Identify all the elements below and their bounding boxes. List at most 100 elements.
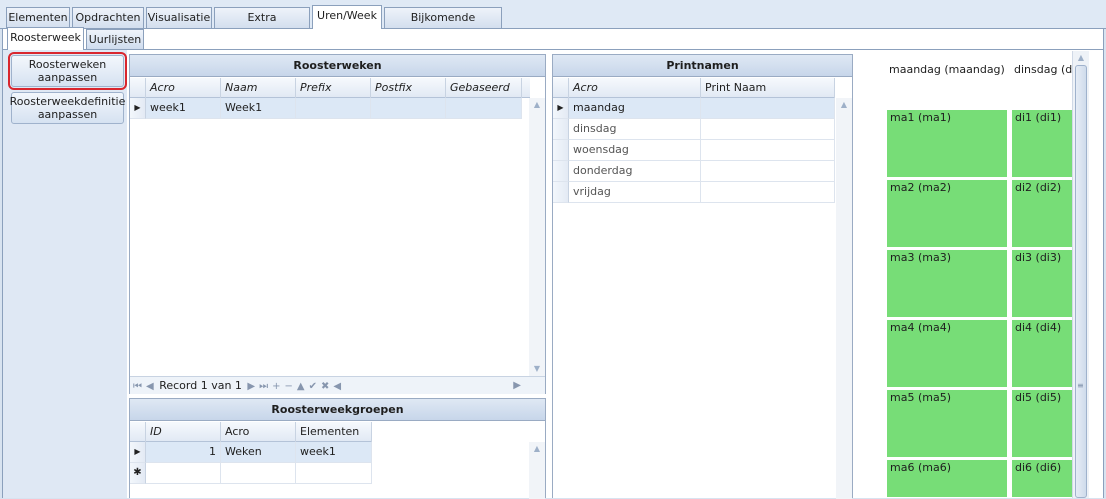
- add-record-icon[interactable]: +: [272, 378, 280, 395]
- col-acro[interactable]: Acro: [569, 78, 701, 98]
- move-up-icon[interactable]: ▲: [297, 378, 305, 395]
- col-naam[interactable]: Naam: [221, 78, 296, 98]
- cell-print-naam[interactable]: [701, 182, 835, 203]
- cell-acro[interactable]: dinsdag: [569, 119, 701, 140]
- row-indicator: [553, 182, 569, 203]
- grip-icon: ≡: [1077, 381, 1084, 390]
- cell-acro[interactable]: week1: [146, 98, 221, 119]
- tab-visualisatie[interactable]: Visualisatie: [146, 7, 212, 28]
- confirm-icon[interactable]: ✔: [309, 378, 317, 395]
- col-prefix[interactable]: Prefix: [296, 78, 371, 98]
- cell-prefix[interactable]: [296, 98, 371, 119]
- roosterweekgroepen-scrollbar[interactable]: ▲: [529, 442, 545, 499]
- scroll-down-icon[interactable]: ▼: [529, 362, 545, 376]
- col-acro[interactable]: Acro: [146, 78, 221, 98]
- cell-gebaseerd-op[interactable]: [446, 98, 522, 119]
- row-indicator-icon: ▶: [130, 442, 146, 463]
- period-block[interactable]: di3 (di3): [1011, 249, 1073, 318]
- period-block[interactable]: ma4 (ma4): [886, 319, 1008, 388]
- printnamen-scrollbar[interactable]: ▲: [836, 98, 852, 499]
- remove-record-icon[interactable]: −: [285, 378, 293, 395]
- prev-record-icon[interactable]: ◀: [146, 378, 154, 395]
- printnamen-panel: Printnamen Acro Print Naam ▶ maandag din…: [552, 54, 853, 499]
- header-indicator: [130, 422, 146, 442]
- period-block[interactable]: ma5 (ma5): [886, 389, 1008, 458]
- roosterweken-title: Roosterweken: [130, 55, 545, 77]
- col-elementen[interactable]: Elementen: [296, 422, 372, 442]
- cell-postfix[interactable]: [371, 98, 446, 119]
- next-record-icon[interactable]: ▶: [247, 378, 255, 395]
- record-navigator: ⏮ ◀ Record 1 van 1 ▶ ⏭ + − ▲ ✔ ✖ ◀ ▶: [130, 376, 545, 394]
- row-indicator-icon: ▶: [130, 98, 146, 119]
- period-block[interactable]: di1 (di1): [1011, 109, 1073, 178]
- left-action-panel: Roosterweken aanpassen Roosterweekdefini…: [3, 50, 127, 498]
- scroll-up-icon[interactable]: ▲: [1073, 51, 1089, 65]
- tab-elementen[interactable]: Elementen: [6, 7, 70, 28]
- hscroll-right-icon[interactable]: ▶: [513, 377, 521, 394]
- last-record-icon[interactable]: ⏭: [259, 378, 268, 395]
- roosterweekgroepen-header: ID Acro Elementen: [130, 422, 372, 442]
- cell-elementen[interactable]: week1: [296, 442, 372, 463]
- header-indicator: [130, 78, 146, 98]
- tab-opdrachten[interactable]: Opdrachten: [72, 7, 144, 28]
- printnamen-title: Printnamen: [553, 55, 852, 77]
- col-print-naam[interactable]: Print Naam: [701, 78, 835, 98]
- period-block[interactable]: ma2 (ma2): [886, 179, 1008, 248]
- new-cell-elementen[interactable]: [296, 463, 372, 484]
- tab-bijkomende-informatie[interactable]: Bijkomende informatie: [384, 7, 502, 43]
- subtab-roosterweek[interactable]: Roosterweek: [7, 27, 84, 50]
- period-block[interactable]: ma3 (ma3): [886, 249, 1008, 318]
- period-block[interactable]: ma1 (ma1): [886, 109, 1008, 178]
- cell-print-naam[interactable]: [701, 140, 835, 161]
- col-id[interactable]: ID: [146, 422, 221, 442]
- cell-acro[interactable]: Weken: [221, 442, 296, 463]
- cell-id[interactable]: 1: [146, 442, 221, 463]
- roosterweekgroepen-panel: Roosterweekgroepen ID Acro Elementen ▶ 1…: [129, 398, 546, 499]
- cell-naam[interactable]: Week1: [221, 98, 296, 119]
- scroll-up-icon[interactable]: ▲: [529, 98, 545, 112]
- cell-acro[interactable]: vrijdag: [569, 182, 701, 203]
- row-indicator: [553, 161, 569, 182]
- new-cell-acro[interactable]: [221, 463, 296, 484]
- roosterweken-aanpassen-button[interactable]: Roosterweken aanpassen: [8, 52, 127, 90]
- header-indicator: [553, 78, 569, 98]
- col-gebaseerd-op[interactable]: Gebaseerd op: [446, 78, 522, 113]
- roosterweken-scrollbar[interactable]: ▲ ▼: [529, 98, 545, 376]
- row-indicator-icon: ▶: [553, 98, 569, 119]
- schedule-scrollbar[interactable]: ▲ ≡: [1072, 51, 1089, 498]
- scrollbar-thumb[interactable]: [1075, 65, 1087, 498]
- cell-acro[interactable]: donderdag: [569, 161, 701, 182]
- subtab-divider: [2, 49, 1104, 50]
- cell-print-naam[interactable]: [701, 98, 835, 119]
- day-header-maandag: maandag (maandag): [889, 63, 1005, 76]
- new-row-icon: ✱: [130, 463, 146, 484]
- cell-print-naam[interactable]: [701, 161, 835, 182]
- cell-acro[interactable]: maandag: [569, 98, 701, 119]
- hscroll-left-icon[interactable]: ◀: [333, 378, 341, 395]
- scroll-up-icon[interactable]: ▲: [836, 98, 852, 112]
- period-block[interactable]: di5 (di5): [1011, 389, 1073, 458]
- cancel-icon[interactable]: ✖: [321, 378, 329, 395]
- col-acro[interactable]: Acro: [221, 422, 296, 442]
- subtab-uurlijsten[interactable]: Uurlijsten: [86, 29, 144, 49]
- scroll-up-icon[interactable]: ▲: [529, 442, 545, 456]
- cell-print-naam[interactable]: [701, 119, 835, 140]
- cell-acro[interactable]: woensdag: [569, 140, 701, 161]
- period-block[interactable]: di6 (di6): [1011, 459, 1073, 498]
- first-record-icon[interactable]: ⏮: [133, 378, 142, 395]
- roosterweken-header: Acro Naam Prefix Postfix Gebaseerd op: [130, 78, 530, 113]
- period-block[interactable]: di2 (di2): [1011, 179, 1073, 248]
- col-postfix[interactable]: Postfix: [371, 78, 446, 98]
- period-block[interactable]: ma6 (ma6): [886, 459, 1008, 498]
- record-count: Record 1 van 1: [159, 379, 242, 392]
- roosterweekdefinitie-aanpassen-button[interactable]: Roosterweekdefinitie aanpassen: [10, 92, 125, 124]
- printnamen-header: Acro Print Naam: [553, 78, 835, 98]
- period-block[interactable]: di4 (di4): [1011, 319, 1073, 388]
- tab-uren-week[interactable]: Uren/Week: [312, 5, 382, 29]
- row-indicator: [553, 119, 569, 140]
- row-indicator: [553, 140, 569, 161]
- roosterweken-panel: Roosterweken Acro Naam Prefix Postfix Ge…: [129, 54, 546, 394]
- new-cell-id[interactable]: [146, 463, 221, 484]
- tab-extra-spreidingen[interactable]: Extra spreidingen: [214, 7, 310, 43]
- roosterweekgroepen-title: Roosterweekgroepen: [130, 399, 545, 421]
